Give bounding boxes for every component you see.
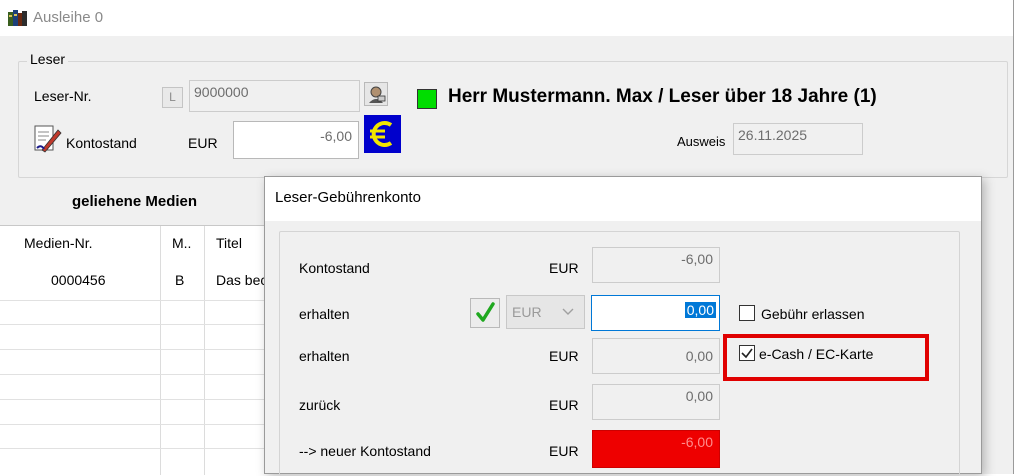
leser-type-button[interactable]: L	[162, 87, 183, 108]
main-window: Ausleihe 0 Leser Leser-Nr. L 9000000 Her…	[0, 0, 1014, 476]
dialog-titlebar: Leser-Gebührenkonto	[265, 177, 981, 221]
dlg-neuer-field[interactable]: -6,00	[592, 430, 720, 468]
dlg-neuer-label: --> neuer Kontostand	[299, 443, 431, 459]
chevron-down-icon	[562, 308, 574, 315]
dlg-erhalten-value: 0,00	[684, 302, 716, 318]
confirm-button[interactable]	[470, 298, 500, 328]
medien-table[interactable]: Medien-Nr. M.. Titel 0000456 B Das bec	[0, 225, 267, 475]
lesernr-field[interactable]: 9000000	[189, 80, 360, 112]
col-header-m[interactable]: M..	[172, 235, 191, 251]
euro-button[interactable]	[364, 115, 401, 153]
gebuehrenkonto-dialog: Leser-Gebührenkonto Kontostand EUR -6,00…	[264, 176, 982, 476]
checkmark-icon	[476, 302, 495, 322]
leser-status-indicator	[417, 89, 437, 109]
dlg-erhalten-label: erhalten	[299, 306, 350, 322]
row-m[interactable]: B	[175, 272, 184, 288]
col-header-titel[interactable]: Titel	[216, 235, 242, 251]
lesernr-label: Leser-Nr.	[34, 88, 92, 104]
dlg-kontostand-field[interactable]: -6,00	[592, 247, 720, 283]
dlg-kontostand-label: Kontostand	[299, 260, 370, 276]
window-title: Ausleihe 0	[33, 9, 104, 26]
dlg-erhalten-input[interactable]: 0,00	[591, 295, 720, 331]
leser-groupbox	[18, 61, 1008, 178]
person-search-icon	[369, 86, 386, 103]
euro-icon	[370, 121, 393, 147]
row-titel[interactable]: Das bec	[216, 272, 267, 288]
dlg-erhalten2-currency: EUR	[549, 348, 579, 364]
dlg-neuer-currency: EUR	[549, 443, 579, 459]
ecash-checkbox[interactable]	[739, 345, 755, 361]
dlg-zurueck-label: zurück	[299, 397, 341, 413]
checkbox-check-icon	[741, 348, 753, 359]
kontostand-field[interactable]: -6,00	[233, 121, 359, 159]
ecash-label: e-Cash / EC-Karte	[759, 346, 874, 362]
dlg-erhalten2-label: erhalten	[299, 348, 350, 364]
gebuehr-erlassen-checkbox[interactable]	[739, 305, 755, 321]
kontostand-currency: EUR	[188, 135, 218, 151]
ausweis-field[interactable]: 26.11.2025	[733, 123, 863, 155]
currency-select-value: EUR	[512, 304, 542, 320]
dlg-zurueck-field[interactable]: 0,00	[592, 384, 720, 420]
dialog-title: Leser-Gebührenkonto	[275, 189, 421, 206]
leser-group-title: Leser	[27, 51, 69, 67]
window-titlebar: Ausleihe 0	[0, 0, 1013, 36]
reader-search-button[interactable]	[364, 82, 388, 106]
books-icon	[8, 10, 27, 26]
medien-heading: geliehene Medien	[72, 193, 198, 210]
leser-name: Herr Mustermann. Max / Leser über 18 Jah…	[448, 86, 877, 107]
row-mediennr[interactable]: 0000456	[51, 272, 106, 288]
ausweis-label: Ausweis	[677, 134, 726, 149]
dlg-zurueck-currency: EUR	[549, 397, 579, 413]
currency-select[interactable]: EUR	[506, 295, 585, 329]
kontostand-label: Kontostand	[66, 135, 137, 151]
dlg-erhalten2-field[interactable]: 0,00	[592, 338, 720, 374]
account-edit-icon[interactable]	[34, 124, 62, 154]
col-header-mediennr[interactable]: Medien-Nr.	[24, 235, 92, 251]
gebuehr-erlassen-label: Gebühr erlassen	[761, 306, 865, 322]
dlg-kontostand-currency: EUR	[549, 260, 579, 276]
